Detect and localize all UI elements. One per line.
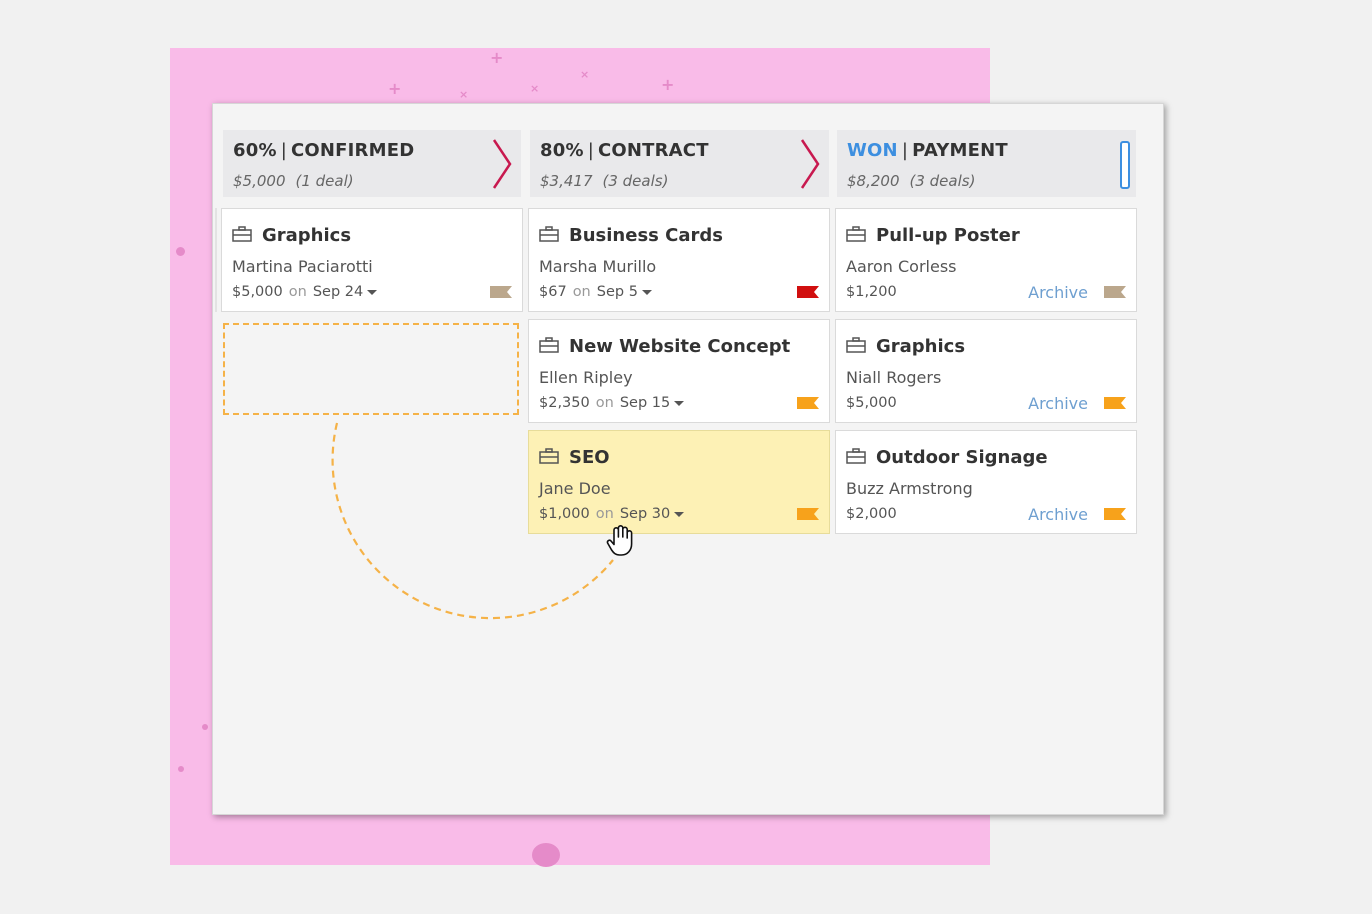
stage-header-confirmed[interactable]: 60% | CONFIRMED $5,000 (1 deal) <box>223 130 521 197</box>
deal-card[interactable]: Outdoor Signage Buzz Armstrong $2,000 Ar… <box>835 430 1137 534</box>
archive-link[interactable]: Archive <box>1028 394 1088 413</box>
deal-date-dropdown[interactable]: Sep 15 <box>620 395 685 411</box>
dot-decoration <box>202 724 208 730</box>
stage-title: 60% | CONFIRMED <box>233 140 415 161</box>
deal-name: Graphics <box>262 225 352 246</box>
stage-summary: $3,417 (3 deals) <box>540 172 669 190</box>
pipeline-board: 60% | CONFIRMED $5,000 (1 deal) 80% | CONTRAC… <box>212 103 1164 815</box>
deal-amount: $5,000 <box>232 284 283 300</box>
deal-name: Graphics <box>876 336 966 357</box>
deal-amount: $5,000 <box>846 395 897 411</box>
deal-amount: $67 <box>539 284 567 300</box>
caret-down-icon <box>674 400 685 406</box>
briefcase-icon <box>846 226 866 242</box>
briefcase-icon <box>539 337 559 353</box>
previous-column-edge <box>215 208 217 312</box>
deal-amount: $1,200 <box>846 284 897 300</box>
deal-contact: Marsha Murillo <box>539 257 657 276</box>
deal-date-dropdown[interactable]: Sep 5 <box>597 284 652 300</box>
plus-decoration-icon: + <box>388 79 402 98</box>
stage-summary: $5,000 (1 deal) <box>233 172 354 190</box>
deal-meta: $5,000 on Sep 24 <box>232 284 378 300</box>
deal-date-dropdown[interactable]: Sep 30 <box>620 506 685 522</box>
chevron-right-icon <box>492 139 512 189</box>
deal-contact: Martina Paciarotti <box>232 257 373 276</box>
briefcase-icon <box>846 337 866 353</box>
stage-summary: $8,200 (3 deals) <box>847 172 976 190</box>
deal-contact: Jane Doe <box>539 479 611 498</box>
hand-grab-cursor-icon <box>606 525 633 556</box>
dot-decoration <box>178 766 184 772</box>
plus-decoration-icon: + <box>661 75 675 94</box>
deal-contact: Aaron Corless <box>846 257 957 276</box>
deal-contact: Ellen Ripley <box>539 368 633 387</box>
flag-icon[interactable] <box>797 286 819 298</box>
briefcase-icon <box>846 448 866 464</box>
stage-title: WON | PAYMENT <box>847 140 1008 161</box>
archive-link[interactable]: Archive <box>1028 283 1088 302</box>
dot-decoration <box>532 843 560 867</box>
chevron-right-icon <box>800 139 820 189</box>
flag-icon[interactable] <box>1104 508 1126 520</box>
flag-icon[interactable] <box>797 397 819 409</box>
cross-decoration-icon: × <box>530 82 540 95</box>
won-indicator-icon <box>1120 141 1130 189</box>
deal-name: New Website Concept <box>569 336 791 357</box>
flag-icon[interactable] <box>1104 286 1126 298</box>
briefcase-icon <box>539 226 559 242</box>
deal-card[interactable]: Pull-up Poster Aaron Corless $1,200 Arch… <box>835 208 1137 312</box>
deal-card[interactable]: Graphics Niall Rogers $5,000 Archive <box>835 319 1137 423</box>
flag-icon[interactable] <box>1104 397 1126 409</box>
dot-decoration <box>176 247 185 256</box>
stage-header-contract[interactable]: 80% | CONTRACT $3,417 (3 deals) <box>530 130 829 197</box>
deal-amount: $1,000 <box>539 506 590 522</box>
caret-down-icon <box>674 511 685 517</box>
flag-icon[interactable] <box>797 508 819 520</box>
archive-link[interactable]: Archive <box>1028 505 1088 524</box>
deal-name: Business Cards <box>569 225 723 246</box>
deal-amount: $2,000 <box>846 506 897 522</box>
deal-meta: $67 on Sep 5 <box>539 284 652 300</box>
deal-meta: $2,350 on Sep 15 <box>539 395 685 411</box>
deal-contact: Niall Rogers <box>846 368 942 387</box>
stage-title: 80% | CONTRACT <box>540 140 709 161</box>
deal-card[interactable]: New Website Concept Ellen Ripley $2,350 o… <box>528 319 830 423</box>
cross-decoration-icon: × <box>459 88 469 101</box>
deal-card[interactable]: Graphics Martina Paciarotti $5,000 on Sep … <box>221 208 523 312</box>
deal-date-dropdown[interactable]: Sep 24 <box>313 284 378 300</box>
caret-down-icon <box>641 289 652 295</box>
briefcase-icon <box>232 226 252 242</box>
deal-name: Outdoor Signage <box>876 447 1048 468</box>
caret-down-icon <box>367 289 378 295</box>
cross-decoration-icon: × <box>580 68 590 81</box>
deal-contact: Buzz Armstrong <box>846 479 973 498</box>
deal-card[interactable]: Business Cards Marsha Murillo $67 on Sep 5 <box>528 208 830 312</box>
deal-card-dragging[interactable]: SEO Jane Doe $1,000 on Sep 30 <box>528 430 830 534</box>
plus-decoration-icon: + <box>490 48 504 67</box>
deal-name: SEO <box>569 447 610 468</box>
briefcase-icon <box>539 448 559 464</box>
deal-amount: $2,350 <box>539 395 590 411</box>
stage-header-payment[interactable]: WON | PAYMENT $8,200 (3 deals) <box>837 130 1136 197</box>
deal-meta: $1,000 on Sep 30 <box>539 506 685 522</box>
flag-icon[interactable] <box>490 286 512 298</box>
drop-placeholder[interactable] <box>223 323 519 415</box>
deal-name: Pull-up Poster <box>876 225 1020 246</box>
